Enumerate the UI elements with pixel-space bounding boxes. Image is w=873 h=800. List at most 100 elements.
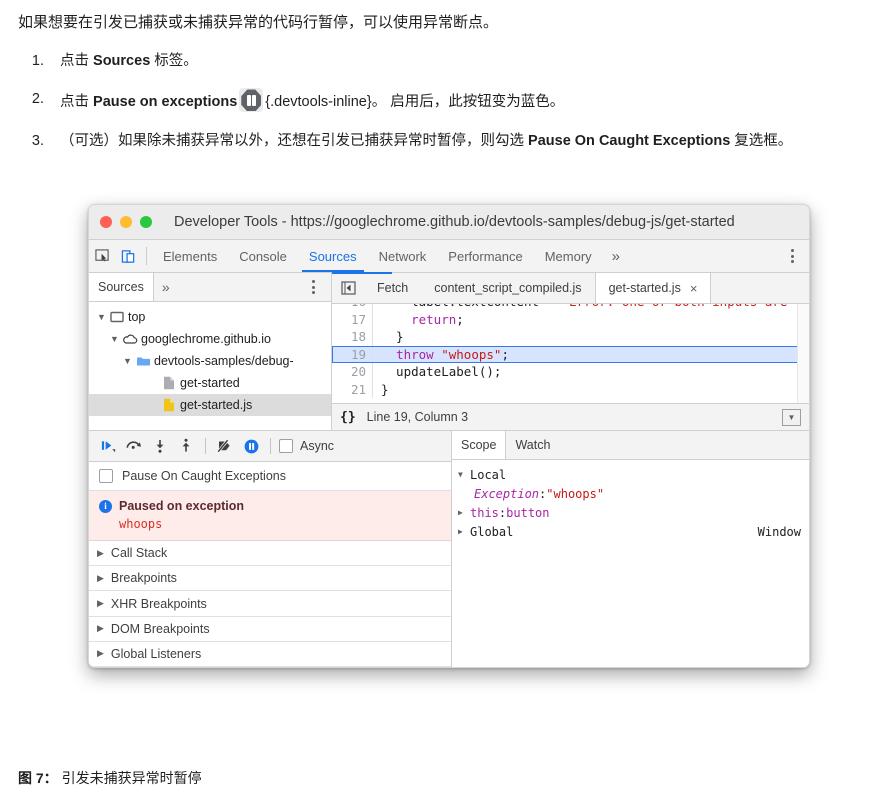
section-call-stack[interactable]: ▶ Call Stack [89,541,451,567]
step-out-icon[interactable] [173,434,199,458]
editor-tab-get-started-js[interactable]: get-started.js × [594,273,712,303]
tab-sources[interactable]: Sources [298,240,368,272]
scope-row-exception[interactable]: Exception : "whoops" [452,484,809,503]
navigator-more-chevron-icon[interactable]: » [154,273,178,301]
pretty-print-braces-icon[interactable]: {} [340,410,356,425]
maximize-window-button[interactable] [140,216,152,228]
disclosure-triangle-icon[interactable]: ▶ [97,573,104,584]
close-tab-icon[interactable]: × [690,281,698,296]
resume-icon[interactable] [95,434,121,458]
editor-vertical-scrollbar[interactable] [797,304,809,403]
step2-pre: 点击 [60,94,94,111]
list-item: 1. 点击 Sources 标签。 [18,50,863,72]
disclosure-triangle-icon[interactable]: ▼ [458,470,470,479]
more-tabs-chevron-icon[interactable]: » [603,240,629,272]
code-token: "whoops" [441,346,502,362]
tab-sources-navigator[interactable]: Sources [89,273,154,301]
tree-item-document[interactable]: get-started [89,372,331,394]
disclosure-triangle-icon[interactable]: ▶ [458,527,470,536]
section-xhr-breakpoints[interactable]: ▶ XHR Breakpoints [89,591,451,617]
section-global-listeners[interactable]: ▶ Global Listeners [89,641,451,667]
folder-icon [134,355,152,367]
navigator-more-options-kebab-icon[interactable] [302,280,324,294]
scope-row-this[interactable]: ▶ this : button [452,503,809,522]
inspect-element-icon[interactable] [89,240,115,272]
list-item: 3. （可选）如果除未捕获异常以外，还想在引发已捕获异常时暂停，则勾选 Paus… [18,130,863,152]
editor-tab-fetch-label: Fetch [377,281,409,295]
line-content: updateLabel(); [373,363,501,381]
figure-caption-label: 图 7： [18,770,58,786]
disclosure-triangle-icon[interactable]: ▶ [97,623,104,634]
section-dom-breakpoints[interactable]: ▶ DOM Breakpoints [89,616,451,642]
section-global-listeners-label: Global Listeners [110,646,202,661]
debugger-sidebar: Async Pause On Caught Exceptions i Pause… [89,431,452,667]
tree-item-top[interactable]: ▼ top [89,306,331,328]
tab-watch[interactable]: Watch [506,431,559,459]
close-window-button[interactable] [100,216,112,228]
tree-item-label: get-started.js [180,398,253,412]
show-navigator-icon[interactable] [332,273,364,303]
scope-row-name: Global [470,524,514,539]
pause-on-caught-exceptions-row[interactable]: Pause On Caught Exceptions [89,462,451,491]
window-title: Developer Tools - https://googlechrome.g… [174,214,735,230]
async-checkbox-group[interactable]: Async [279,439,334,453]
tab-memory[interactable]: Memory [534,240,603,272]
disclosure-triangle-icon[interactable]: ▼ [95,312,108,322]
tree-item-folder[interactable]: ▼ devtools-samples/debug- [89,350,331,372]
tab-elements[interactable]: Elements [152,240,228,272]
scope-row-local[interactable]: ▼ Local [452,465,809,484]
tab-console-label: Console [239,248,287,264]
deactivate-breakpoints-icon[interactable] [212,434,238,458]
tree-item-script-selected[interactable]: get-started.js [89,394,331,416]
device-toolbar-icon[interactable] [115,240,141,272]
tab-console[interactable]: Console [228,240,298,272]
step-into-icon[interactable] [147,434,173,458]
toolbar-divider [146,247,147,265]
disclosure-triangle-icon[interactable]: ▶ [458,508,470,517]
line-number: 20 [332,363,373,381]
step1-bold: Sources [93,53,151,69]
cloud-icon [121,333,139,345]
show-more-dropdown-icon[interactable]: ▼ [782,408,801,426]
code-token: .textContent [449,304,539,309]
code-lines: 16 label.textContent = 'Error: one or bo… [332,304,798,398]
disclosure-triangle-icon[interactable]: ▶ [97,648,104,659]
step-over-icon[interactable] [121,434,147,458]
section-breakpoints[interactable]: ▶ Breakpoints [89,566,451,592]
tree-item-origin[interactable]: ▼ googlechrome.github.io [89,328,331,350]
code-token: ; [456,311,464,327]
async-checkbox[interactable] [279,439,293,453]
line-number: 19 [332,345,373,363]
editor-tab-content-script[interactable]: content_script_compiled.js [421,273,594,303]
disclosure-triangle-icon[interactable]: ▶ [97,548,104,559]
tab-network[interactable]: Network [368,240,438,272]
disclosure-triangle-icon[interactable]: ▶ [97,598,104,609]
frame-icon [108,311,126,323]
tab-scope[interactable]: Scope [452,431,507,459]
scope-row-global[interactable]: ▶ Global Window [452,522,809,541]
editor-tab-fetch[interactable]: Fetch [364,273,421,303]
disclosure-triangle-icon[interactable]: ▼ [121,356,134,366]
editor-tab-content-script-label: content_script_compiled.js [434,281,582,295]
tab-sources-navigator-label: Sources [98,280,144,294]
list-item-body: 点击 Pause on exceptions {.devtools-inline}… [52,88,863,113]
toolbar-divider [205,438,206,454]
step2-post: {.devtools-inline}。 启用后，此按钮变为蓝色。 [265,94,565,111]
scope-row-separator: : [539,486,547,501]
scope-row-type: Window [757,524,801,539]
document-icon [160,376,178,390]
more-options-kebab-icon[interactable] [781,249,803,263]
tab-performance[interactable]: Performance [437,240,533,272]
minimize-window-button[interactable] [120,216,132,228]
code-editor[interactable]: 16 label.textContent = 'Error: one or bo… [332,304,809,403]
pause-on-caught-exceptions-checkbox[interactable] [99,469,113,483]
disclosure-triangle-icon[interactable]: ▼ [108,334,121,344]
figure-caption-text: 引发未捕获异常时暂停 [57,770,202,786]
line-content: throw "whoops"; [373,346,509,364]
scope-row-separator: : [498,505,507,520]
code-token: return [411,311,457,327]
pause-on-exceptions-icon[interactable] [238,434,264,458]
line-number: 18 [332,328,373,346]
instruction-list: 1. 点击 Sources 标签。 2. 点击 Pause on excepti… [18,50,863,168]
